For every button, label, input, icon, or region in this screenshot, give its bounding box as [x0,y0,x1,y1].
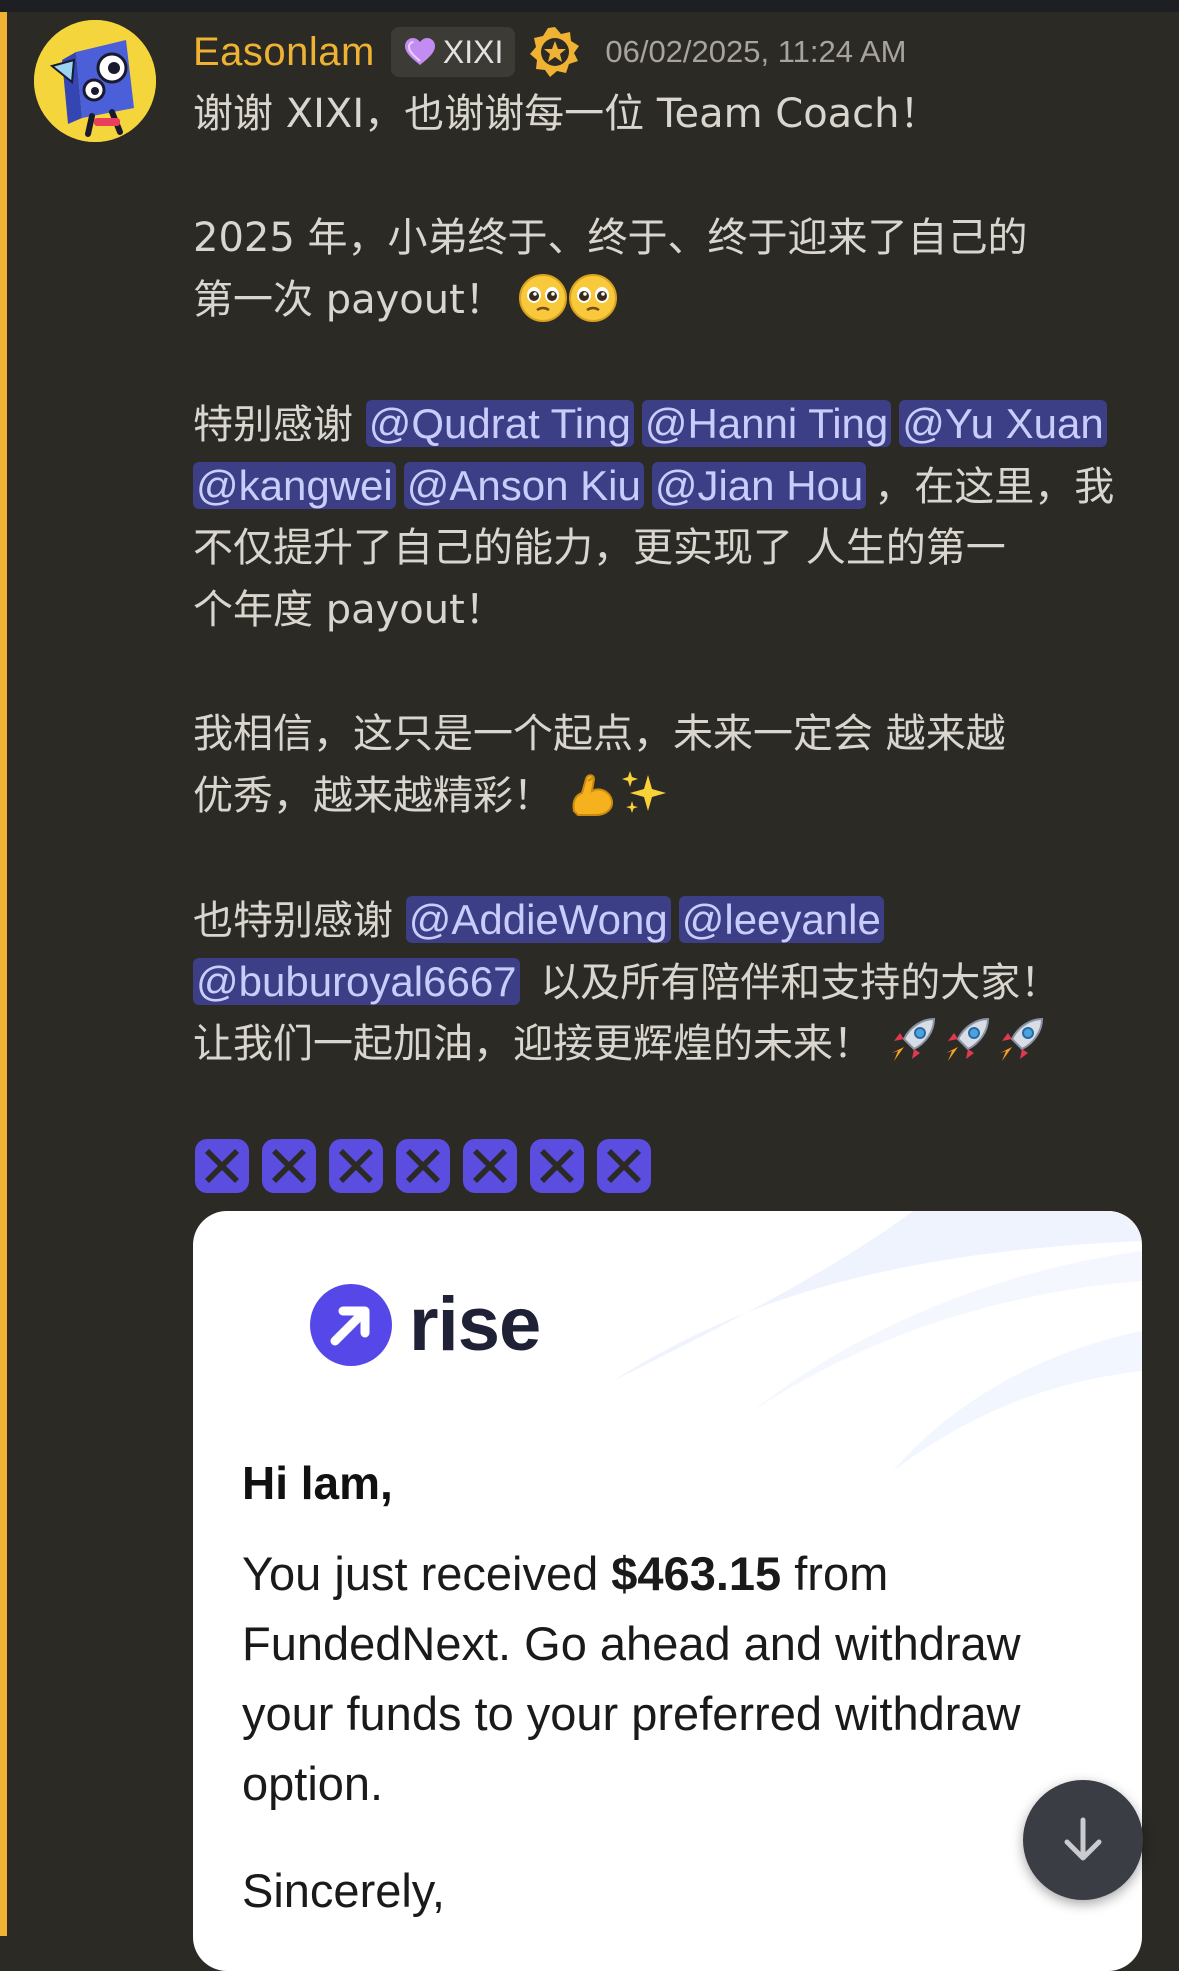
message-content: 谢谢 XIXI，也谢谢每一位 Team Coach！ 2025 年，小弟终于、终… [193,83,1153,1075]
user-mention[interactable]: @Jian Hou [651,462,867,509]
user-mention[interactable]: @Hanni Ting [641,400,892,447]
pleading-face-emoji [568,273,618,341]
email-body-line: FundedNext. Go ahead and withdraw [242,1617,1021,1670]
user-mention[interactable]: @kangwei [193,462,396,509]
purple-heart-icon [404,38,435,65]
cross-emote-icon[interactable] [595,1137,653,1199]
gold-star-badge-icon [530,27,580,77]
user-mention[interactable]: @Qudrat Ting [365,400,634,447]
rise-logo: rise [309,1281,541,1368]
message-text: ，在这里，我 [874,464,1115,510]
avatar[interactable] [34,20,156,142]
message-line: 个年度 payout！ [193,587,505,633]
rise-arrow-logo-icon [310,1283,392,1366]
message-line-with-emoji: 让我们一起加油，迎接更辉煌的未来！ [193,1013,1153,1075]
message-line-with-emoji: 优秀，越来越精彩！ [193,765,1153,827]
email-greeting: Hi lam, [242,1457,393,1509]
message-text: 以及所有陪伴和支持的大家！ [527,960,1061,1006]
rise-logo-text: rise [409,1282,541,1367]
message-text: 也特别感谢 [193,898,406,944]
pleading-face-emoji [518,273,568,341]
message-text: 第一次 payout！ [193,277,505,323]
cross-emote-icon[interactable] [260,1137,318,1199]
message-line: 不仅提升了自己的能力，更实现了 人生的第一 [193,525,1006,571]
server-badge[interactable] [529,26,581,78]
email-text: from [781,1547,889,1600]
message-text: 特别感谢 [193,402,366,448]
avatar-character-icon [34,20,156,142]
image-attachment[interactable]: rise Hi lam, You just received $463.15 f… [193,1211,1142,1971]
email-text: You just received [242,1547,612,1600]
sparkles-emoji [618,767,670,837]
user-mention[interactable]: @leeyanle [678,896,884,943]
timestamp: 06/02/2025, 11:24 AM [605,34,907,69]
email-body-line: option. [242,1757,384,1810]
user-mention[interactable]: @Anson Kiu [403,462,644,509]
user-mention[interactable]: @buburoyal6667 [193,958,520,1005]
message-text: 让我们一起加油，迎接更辉煌的未来！ [193,1021,873,1067]
mention-highlight-bar [0,12,7,1936]
message-line: 也特别感谢 @AddieWong @leeyanle [193,889,1153,951]
cross-emote-icon[interactable] [528,1137,586,1199]
payout-amount: $463.15 [611,1547,782,1600]
email-body: You just received $463.15 from FundedNex… [242,1539,1021,1819]
user-mention[interactable]: @Yu Xuan [899,400,1107,447]
username[interactable]: Easonlam [193,30,375,75]
cross-emote-icon[interactable] [193,1137,251,1199]
email-body-line: You just received $463.15 from [242,1539,1021,1609]
message-header: Easonlam XIXI 06/02/2025, 11:24 AM [193,22,906,82]
role-tag-label: XIXI [442,33,504,70]
custom-emote-row [193,1137,653,1199]
message-line: @kangwei @Anson Kiu @Jian Hou ，在这里，我 [193,455,1153,517]
email-body-line: your funds to your preferred withdraw [242,1687,1021,1740]
message-line: 谢谢 XIXI，也谢谢每一位 Team Coach！ [193,91,940,137]
message-line: 特别感谢 @Qudrat Ting @Hanni Ting @Yu Xuan [193,393,1153,455]
email-sign-off: Sincerely, [242,1864,445,1917]
rocket-emoji [994,1013,1048,1085]
jump-to-bottom-button[interactable] [1023,1780,1143,1900]
user-mention[interactable]: @AddieWong [405,896,671,943]
role-tag[interactable]: XIXI [390,27,516,77]
message-text: 优秀，越来越精彩！ [193,773,553,819]
flexed-biceps-emoji [566,767,618,837]
cross-emote-icon[interactable] [327,1137,385,1199]
message-line: 2025 年，小弟终于、终于、终于迎来了自己的 [193,215,1028,261]
cross-emote-icon[interactable] [394,1137,452,1199]
message-line-with-emoji: 第一次 payout！ [193,269,1153,331]
top-bar [0,0,1179,12]
arrow-down-icon [1064,1817,1102,1861]
message-line: @buburoyal6667 以及所有陪伴和支持的大家！ [193,951,1153,1013]
rocket-emoji [886,1013,940,1085]
message-line: 我相信，这只是一个起点，未来一定会 越来越 [193,711,1006,757]
rocket-emoji [940,1013,994,1085]
cross-emote-icon[interactable] [461,1137,519,1199]
